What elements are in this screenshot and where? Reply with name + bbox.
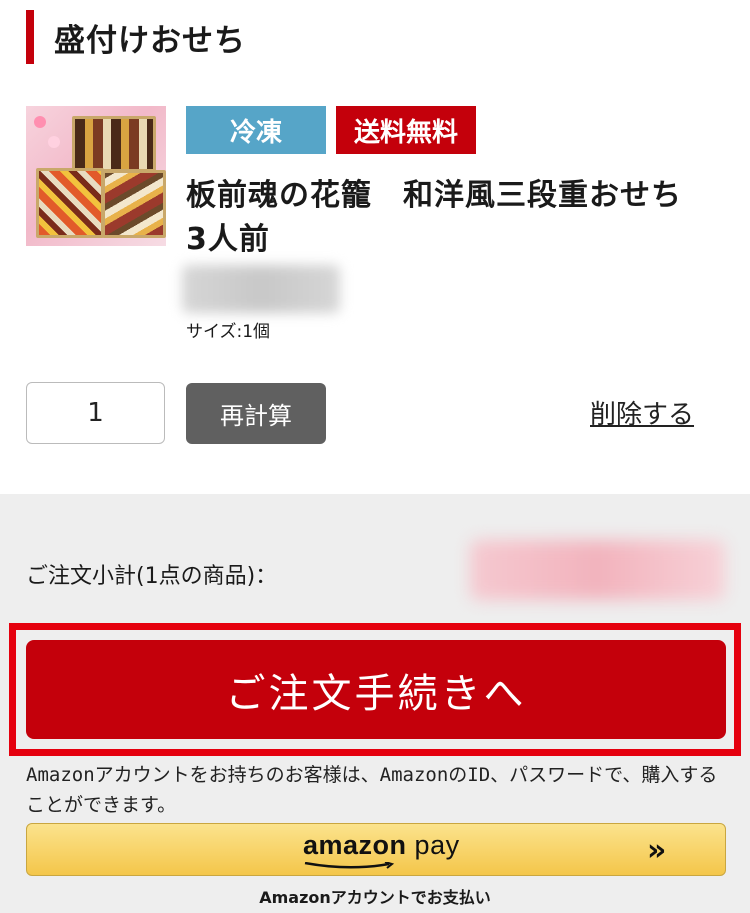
subtotal-value: ¥--,--- xyxy=(470,540,725,600)
flower-decoration xyxy=(48,136,60,148)
free-shipping-tag: 送料無料 xyxy=(336,106,476,154)
section-header: 盛付けおせち xyxy=(26,10,246,64)
osechi-box-left xyxy=(36,168,104,238)
amazon-pay-logo: amazon pay xyxy=(303,830,460,861)
amazon-smile-icon xyxy=(304,862,395,869)
chevron-right-icon: » xyxy=(647,833,667,868)
checkout-button[interactable]: ご注文手続きへ xyxy=(26,640,726,739)
subtotal-label: ご注文小計(1点の商品)： xyxy=(26,564,278,589)
amazon-pay-caption: Amazonアカウントでお支払い xyxy=(259,888,491,907)
product-name[interactable]: 板前魂の花籠 和洋風三段重おせち 3人前 xyxy=(186,174,726,262)
product-thumbnail[interactable] xyxy=(26,106,166,246)
amazon-pay-button[interactable]: amazon pay » xyxy=(26,823,726,876)
delete-link[interactable]: 削除する xyxy=(590,394,694,431)
osechi-box-right xyxy=(102,170,166,238)
product-size: サイズ:1個 xyxy=(186,322,271,342)
flower-decoration xyxy=(34,116,46,128)
recalculate-button[interactable]: 再計算 xyxy=(186,383,326,444)
amazon-logo-pay: pay xyxy=(414,830,460,860)
section-title: 盛付けおせち xyxy=(54,22,246,59)
quantity-input[interactable] xyxy=(26,382,165,444)
product-price: ¥--,--- xyxy=(182,265,340,313)
amazon-logo-text: amazon xyxy=(303,830,407,860)
frozen-tag: 冷凍 xyxy=(186,106,326,154)
title-accent-bar xyxy=(26,10,34,64)
amazon-pay-note: Amazonアカウントをお持ちのお客様は、AmazonのID、パスワードで、購入… xyxy=(26,764,718,816)
osechi-box-top xyxy=(72,116,156,172)
